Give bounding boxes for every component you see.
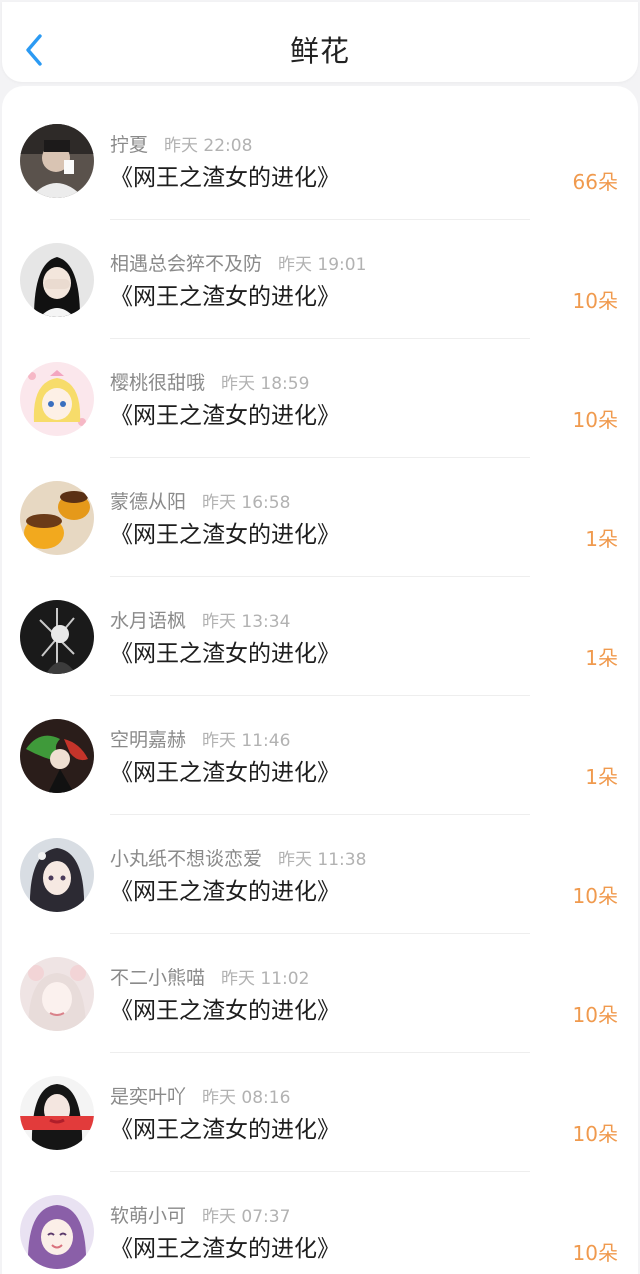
- page-title: 鲜花: [289, 34, 350, 68]
- username[interactable]: 蒙德从阳: [110, 491, 186, 513]
- list-item[interactable]: 软萌小可 昨天 07:37 《网王之渣女的进化》 10朵: [2, 1157, 638, 1274]
- username[interactable]: 是奕叶吖: [110, 1086, 186, 1108]
- avatar[interactable]: [20, 1195, 94, 1269]
- flower-count: 10朵: [572, 1122, 618, 1146]
- book-title[interactable]: 《网王之渣女的进化》: [110, 1110, 340, 1144]
- item-meta: 小丸纸不想谈恋爱 昨天 11:38: [110, 844, 366, 872]
- flower-count: 10朵: [572, 289, 618, 313]
- flower-list: 拧夏 昨天 22:08 《网王之渣女的进化》 66朵 相遇总会猝不及防 昨天 19:…: [2, 86, 638, 1274]
- item-meta: 拧夏 昨天 22:08: [110, 130, 252, 158]
- list-item[interactable]: 空明嘉赫 昨天 11:46 《网王之渣女的进化》 1朵: [2, 681, 638, 815]
- username[interactable]: 拧夏: [110, 134, 148, 156]
- flower-count: 66朵: [572, 170, 618, 194]
- list-item[interactable]: 是奕叶吖 昨天 08:16 《网王之渣女的进化》 10朵: [2, 1038, 638, 1172]
- item-meta: 樱桃很甜哦 昨天 18:59: [110, 368, 309, 396]
- username[interactable]: 软萌小可: [110, 1205, 186, 1227]
- avatar[interactable]: [20, 1076, 94, 1150]
- list-item[interactable]: 相遇总会猝不及防 昨天 19:01 《网王之渣女的进化》 10朵: [2, 205, 638, 339]
- timestamp: 昨天 18:59: [221, 374, 310, 394]
- timestamp: 昨天 08:16: [202, 1088, 291, 1108]
- flower-count: 1朵: [585, 527, 618, 551]
- book-title[interactable]: 《网王之渣女的进化》: [110, 634, 340, 668]
- list-item[interactable]: 不二小熊喵 昨天 11:02 《网王之渣女的进化》 10朵: [2, 919, 638, 1053]
- timestamp: 昨天 19:01: [278, 255, 367, 275]
- timestamp: 昨天 13:34: [202, 612, 291, 632]
- username[interactable]: 小丸纸不想谈恋爱: [110, 848, 262, 870]
- item-meta: 空明嘉赫 昨天 11:46: [110, 725, 290, 753]
- item-meta: 不二小熊喵 昨天 11:02: [110, 963, 309, 991]
- avatar[interactable]: [20, 957, 94, 1031]
- item-meta: 是奕叶吖 昨天 08:16: [110, 1082, 290, 1110]
- timestamp: 昨天 11:02: [221, 969, 310, 989]
- list-item[interactable]: 拧夏 昨天 22:08 《网王之渣女的进化》 66朵: [2, 86, 638, 220]
- item-meta: 软萌小可 昨天 07:37: [110, 1201, 290, 1229]
- flower-count: 10朵: [572, 1241, 618, 1265]
- avatar[interactable]: [20, 362, 94, 436]
- flower-count: 10朵: [572, 884, 618, 908]
- list-item[interactable]: 小丸纸不想谈恋爱 昨天 11:38 《网王之渣女的进化》 10朵: [2, 800, 638, 934]
- timestamp: 昨天 16:58: [202, 493, 291, 513]
- username[interactable]: 不二小熊喵: [110, 967, 205, 989]
- page: 鲜花 拧夏 昨天 22:08 《网王之渣女的进化》 66朵 相遇总会猝不及防 昨…: [0, 0, 640, 1274]
- username[interactable]: 相遇总会猝不及防: [110, 253, 262, 275]
- book-title[interactable]: 《网王之渣女的进化》: [110, 277, 340, 311]
- timestamp: 昨天 11:46: [202, 731, 291, 751]
- avatar[interactable]: [20, 600, 94, 674]
- book-title[interactable]: 《网王之渣女的进化》: [110, 753, 340, 787]
- avatar[interactable]: [20, 719, 94, 793]
- username[interactable]: 樱桃很甜哦: [110, 372, 205, 394]
- avatar[interactable]: [20, 243, 94, 317]
- username[interactable]: 水月语枫: [110, 610, 186, 632]
- flower-count: 1朵: [585, 765, 618, 789]
- timestamp: 昨天 11:38: [278, 850, 367, 870]
- item-meta: 相遇总会猝不及防 昨天 19:01: [110, 249, 366, 277]
- timestamp: 昨天 07:37: [202, 1207, 291, 1227]
- avatar[interactable]: [20, 481, 94, 555]
- book-title[interactable]: 《网王之渣女的进化》: [110, 158, 340, 192]
- avatar[interactable]: [20, 124, 94, 198]
- flower-count: 10朵: [572, 408, 618, 432]
- book-title[interactable]: 《网王之渣女的进化》: [110, 1229, 340, 1263]
- list-item[interactable]: 樱桃很甜哦 昨天 18:59 《网王之渣女的进化》 10朵: [2, 324, 638, 458]
- avatar[interactable]: [20, 838, 94, 912]
- list-item[interactable]: 蒙德从阳 昨天 16:58 《网王之渣女的进化》 1朵: [2, 443, 638, 577]
- book-title[interactable]: 《网王之渣女的进化》: [110, 991, 340, 1025]
- book-title[interactable]: 《网王之渣女的进化》: [110, 872, 340, 906]
- book-title[interactable]: 《网王之渣女的进化》: [110, 396, 340, 430]
- item-meta: 蒙德从阳 昨天 16:58: [110, 487, 290, 515]
- flower-count: 10朵: [572, 1003, 618, 1027]
- username[interactable]: 空明嘉赫: [110, 729, 186, 751]
- nav-bar: 鲜花: [2, 2, 638, 82]
- list-item[interactable]: 水月语枫 昨天 13:34 《网王之渣女的进化》 1朵: [2, 562, 638, 696]
- timestamp: 昨天 22:08: [164, 136, 253, 156]
- flower-count: 1朵: [585, 646, 618, 670]
- item-meta: 水月语枫 昨天 13:34: [110, 606, 290, 634]
- book-title[interactable]: 《网王之渣女的进化》: [110, 515, 340, 549]
